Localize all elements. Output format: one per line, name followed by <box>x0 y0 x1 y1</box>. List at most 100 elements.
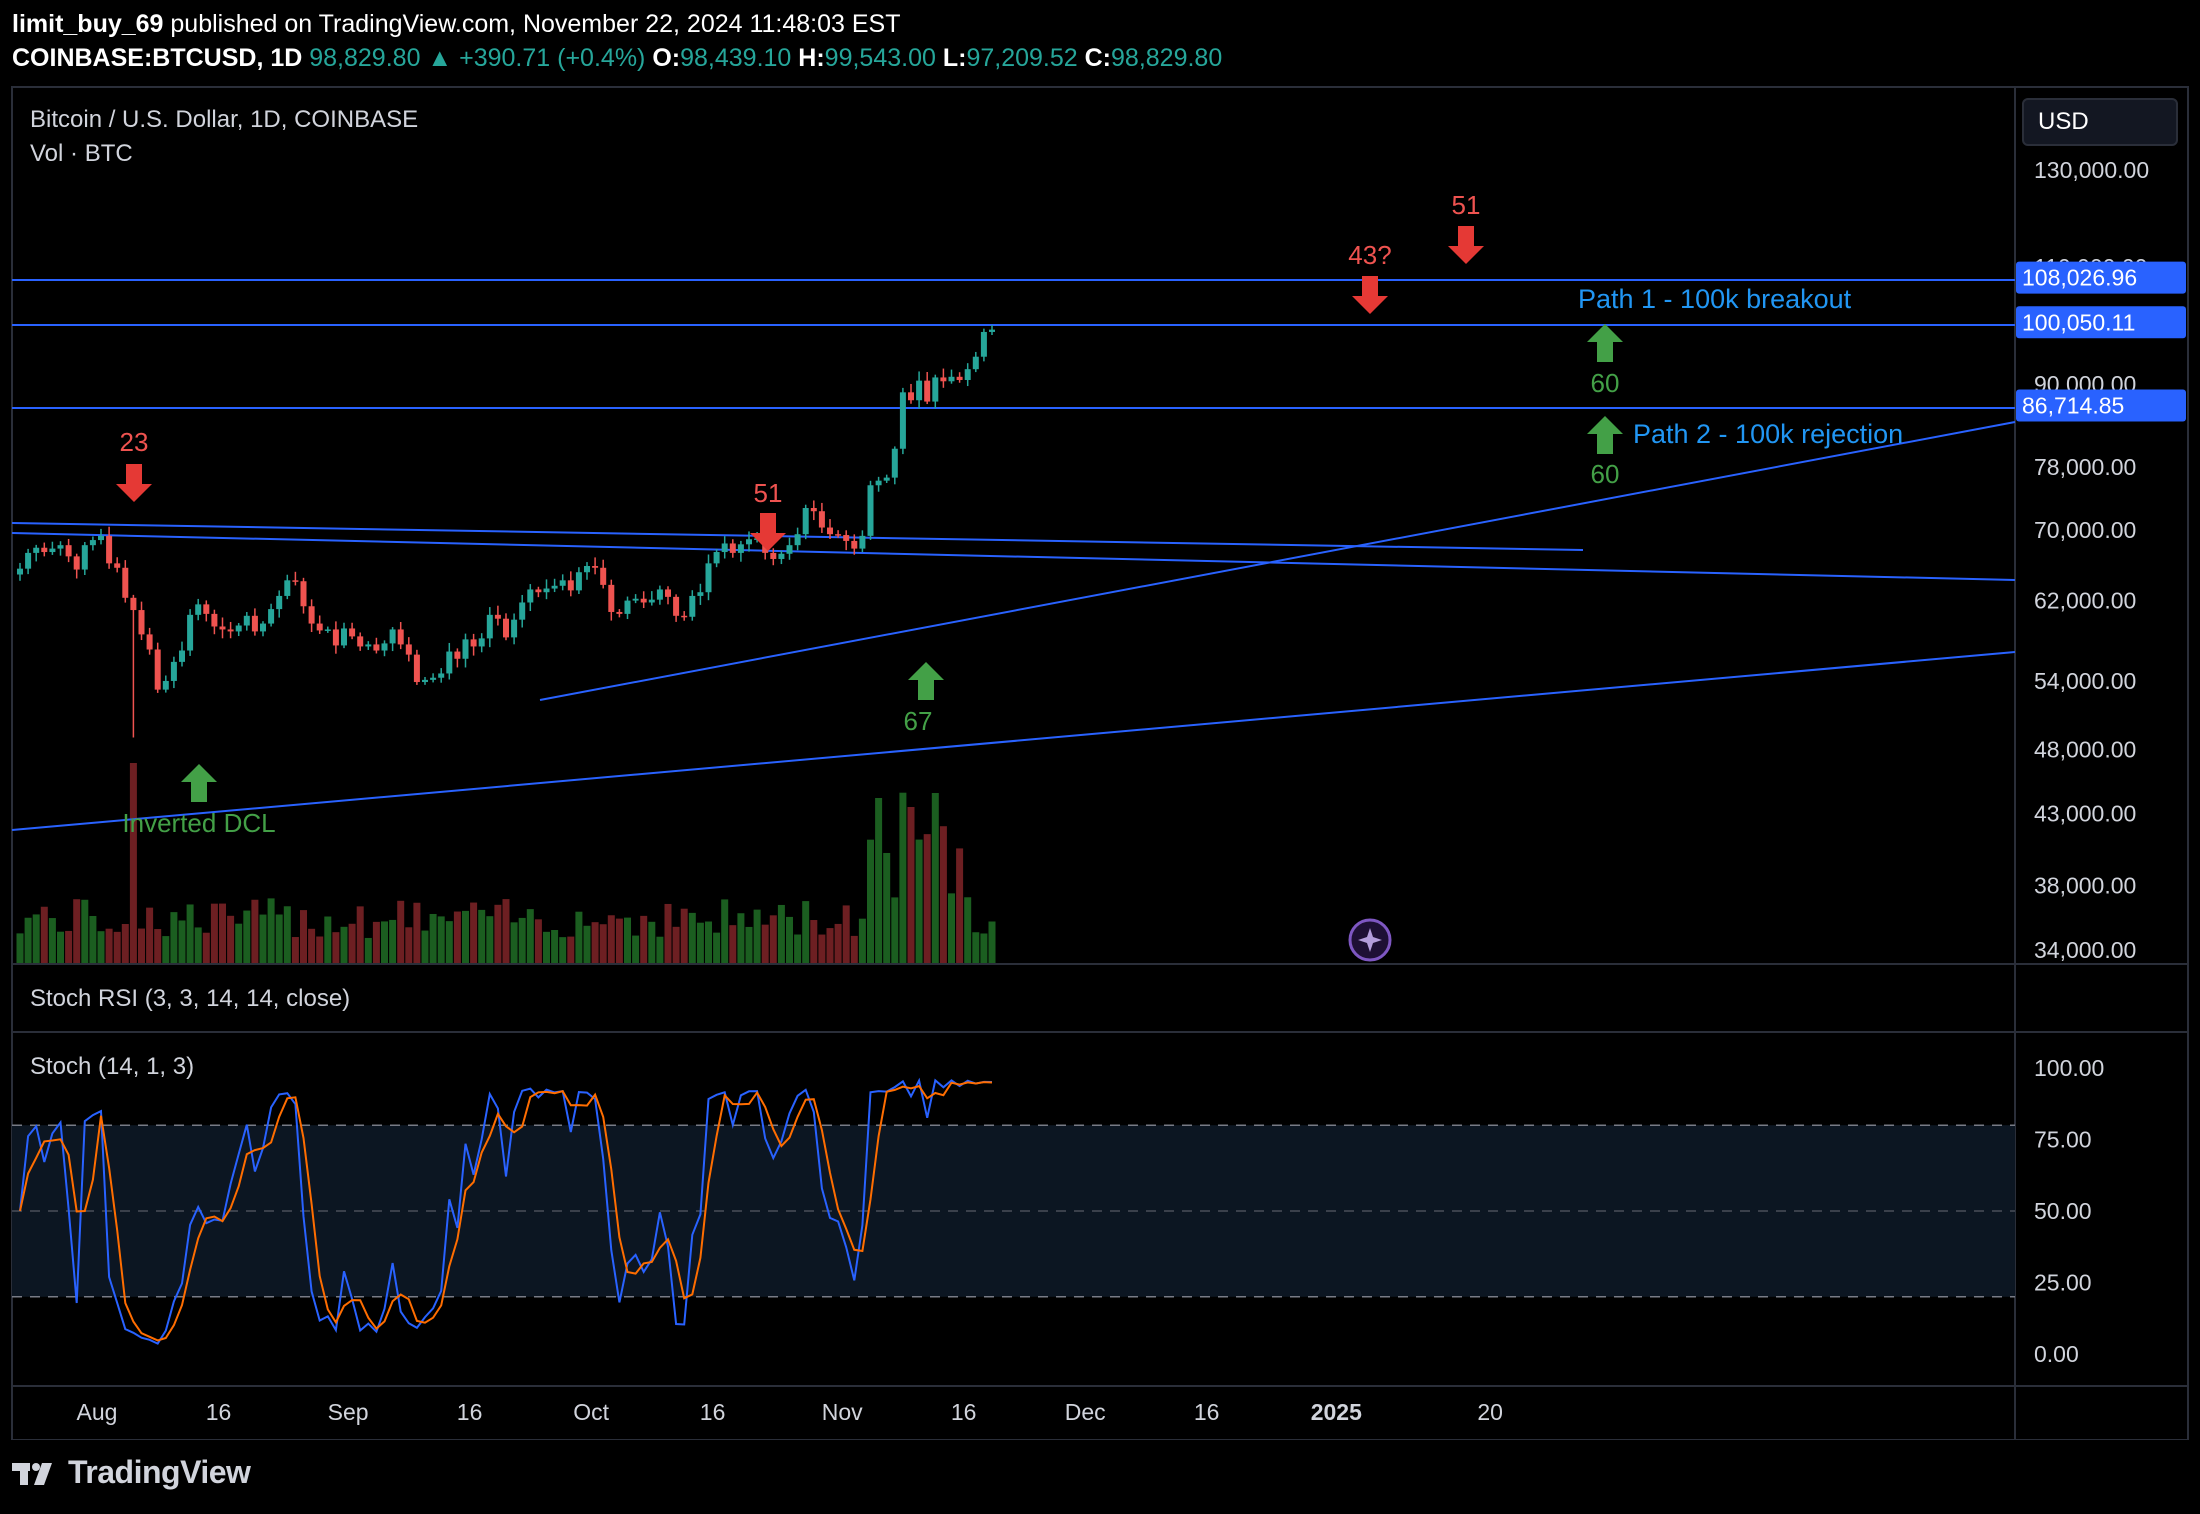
trendline-long-support[interactable] <box>11 651 2016 831</box>
candle-body <box>503 618 509 638</box>
candle-body <box>632 598 639 601</box>
volume-bars <box>16 763 996 963</box>
count-label-60b: 60 <box>1591 459 1620 489</box>
stoch-rsi-legend[interactable]: Stoch RSI (3, 3, 14, 14, close) <box>30 985 350 1013</box>
candle-body <box>430 677 437 680</box>
candle-body <box>648 599 655 603</box>
volume-bar <box>397 900 405 963</box>
volume-bar <box>275 914 283 963</box>
candle-body <box>98 535 104 541</box>
candle-body <box>551 585 558 589</box>
volume-bar <box>389 919 397 963</box>
candle-body <box>972 356 979 370</box>
candle-body <box>268 609 275 624</box>
arrow-down-51b[interactable]: 51 <box>1448 190 1484 264</box>
candle-body <box>640 598 647 603</box>
candle-body <box>494 614 501 619</box>
volume-bar <box>696 922 704 963</box>
trendlines <box>11 279 2016 831</box>
sparkle-icon[interactable] <box>1348 918 1392 962</box>
candle-body <box>33 547 40 553</box>
candle-body <box>519 602 526 620</box>
candle-body <box>154 649 161 690</box>
arrow-down-43[interactable]: 43? <box>1348 240 1392 314</box>
time-tick-label: Dec <box>1065 1399 1106 1425</box>
chart-title[interactable]: Bitcoin / U.S. Dollar, 1D, COINBASE <box>30 106 418 134</box>
chart-canvas[interactable]: 23 51 43? 51 67 60 60 Inverted DCL Path … <box>0 0 2200 1440</box>
candle-body <box>899 392 906 449</box>
time-tick-label: 16 <box>457 1399 483 1425</box>
candle-body <box>559 580 566 586</box>
candle-body <box>397 629 404 645</box>
time-tick-label: 16 <box>1194 1399 1220 1425</box>
volume-bar <box>850 935 858 963</box>
volume-bar <box>591 922 599 963</box>
candle-body <box>470 639 477 647</box>
candle-body <box>989 329 995 332</box>
candle-body <box>924 380 931 402</box>
volume-bar <box>931 793 939 963</box>
volume-bar <box>48 918 56 963</box>
candle-body <box>405 644 412 655</box>
arrow-down-51a[interactable]: 51 <box>750 478 786 551</box>
volume-bar <box>291 937 299 963</box>
candle-body <box>413 654 420 683</box>
volume-legend[interactable]: Vol · BTC <box>30 140 133 168</box>
candle-body <box>851 540 858 549</box>
candle-body <box>195 604 202 615</box>
volume-bar <box>372 921 380 963</box>
candle-body <box>746 539 752 545</box>
volume-bar <box>381 921 388 963</box>
volume-bar <box>648 921 656 963</box>
candle-body <box>130 597 137 611</box>
trendline-rising-support[interactable] <box>539 421 2016 701</box>
arrow-down-icon <box>750 513 786 551</box>
candle-body <box>41 547 48 553</box>
candle-body <box>316 623 323 631</box>
candle-body <box>980 331 987 357</box>
level-price-tag-label: 86,714.85 <box>2022 392 2124 418</box>
stoch-legend[interactable]: Stoch (14, 1, 3) <box>30 1053 194 1081</box>
currency-button[interactable]: USD <box>2022 98 2178 146</box>
path1-label[interactable]: Path 1 - 100k breakout <box>1578 284 1852 314</box>
volume-bar <box>510 922 518 963</box>
volume-bar <box>267 898 275 963</box>
candle-body <box>106 535 113 564</box>
arrow-down-23[interactable]: 23 <box>116 427 152 502</box>
volume-bar <box>551 929 559 963</box>
volume-bar <box>210 903 218 963</box>
candle-body <box>219 626 226 630</box>
tradingview-logo[interactable]: TradingView <box>12 1454 251 1491</box>
count-label-23: 23 <box>120 427 149 457</box>
footer: TradingView <box>0 1440 2200 1514</box>
volume-bar <box>964 897 972 963</box>
arrow-up-60b[interactable]: 60 <box>1587 416 1623 489</box>
candle-body <box>908 392 914 401</box>
price-tick-label: 62,000.00 <box>2034 588 2136 614</box>
candle-body <box>422 679 428 683</box>
candle-body <box>332 629 339 646</box>
path2-label[interactable]: Path 2 - 100k rejection <box>1633 419 1903 449</box>
volume-bar <box>251 899 259 963</box>
volume-bar <box>194 927 202 963</box>
time-tick-label: Oct <box>573 1399 609 1425</box>
arrow-up-67[interactable]: 67 <box>904 662 944 736</box>
time-axis[interactable]: Aug 16 Sep 16 Oct 16 Nov 16 Dec 16 2025 20 <box>77 1399 1503 1425</box>
volume-bar <box>57 931 64 963</box>
time-tick-label: Nov <box>822 1399 863 1425</box>
volume-bar <box>518 917 526 963</box>
candle-body <box>818 511 825 528</box>
arrow-up-dcl[interactable]: Inverted DCL <box>122 764 276 838</box>
candle-body <box>681 615 688 618</box>
candle-body <box>187 614 194 651</box>
volume-bar <box>138 928 145 963</box>
stoch-axis[interactable]: 100.00 75.00 50.00 25.00 0.00 <box>2034 1055 2104 1367</box>
volume-bar <box>146 907 154 963</box>
volume-bar <box>624 917 631 963</box>
candle-body <box>956 376 963 380</box>
candle-body <box>114 563 121 568</box>
volume-bar <box>956 848 964 963</box>
arrow-up-60a[interactable]: 60 <box>1587 324 1623 398</box>
candle-body <box>794 534 801 546</box>
volume-bar <box>462 910 469 963</box>
